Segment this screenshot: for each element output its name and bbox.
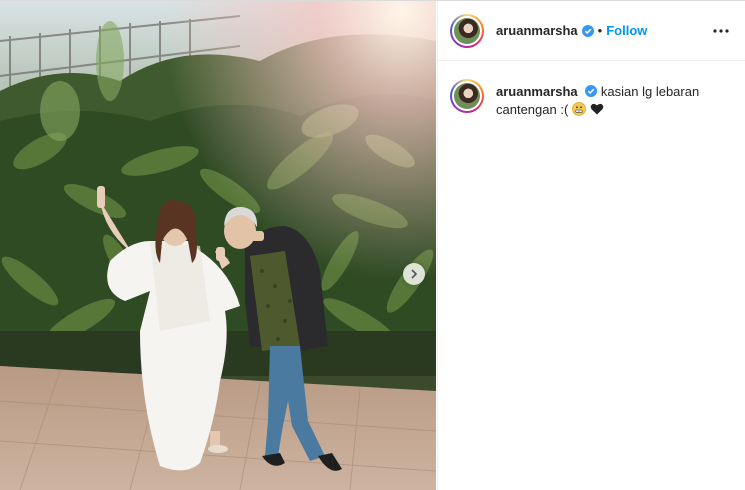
post-header: aruanmarsha • Follow [438, 1, 745, 61]
more-options-icon [713, 28, 729, 33]
verified-badge-icon [581, 24, 594, 37]
avatar[interactable] [450, 13, 484, 48]
black-heart-emoji [590, 102, 604, 116]
instagram-post: aruanmarsha • Follow aruanmarsha kasian … [0, 0, 745, 490]
post-side-panel: aruanmarsha • Follow aruanmarsha kasian … [437, 1, 745, 490]
caption-username[interactable]: aruanmarsha [496, 84, 578, 99]
post-photo[interactable] [0, 1, 436, 490]
separator-dot: • [597, 23, 603, 38]
caption-text-block: aruanmarsha kasian lg lebaran cantengan … [496, 79, 726, 119]
next-photo-button[interactable] [403, 263, 425, 285]
caption-avatar[interactable] [450, 79, 484, 113]
chevron-right-icon [411, 269, 418, 279]
follow-button[interactable]: Follow [606, 23, 647, 38]
avatar-image [454, 17, 480, 44]
more-options-button[interactable] [709, 19, 733, 43]
grimacing-face-emoji [572, 102, 586, 116]
verified-badge-icon [585, 85, 598, 97]
post-caption: aruanmarsha kasian lg lebaran cantengan … [438, 61, 745, 119]
avatar-image [454, 83, 480, 109]
post-username[interactable]: aruanmarsha [496, 23, 578, 38]
photo-illustration [0, 1, 436, 490]
